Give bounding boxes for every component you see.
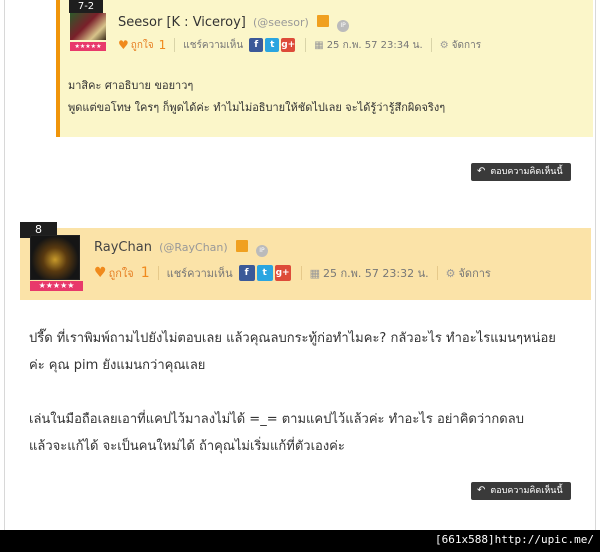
author-handle: (@seesor): [252, 16, 309, 29]
calendar-icon: ▦: [309, 266, 320, 280]
reply-arrow-icon: ↶: [477, 166, 486, 177]
ip-icon: IP: [255, 245, 268, 257]
share-label: แชร์ความเห็น: [166, 267, 233, 280]
manage-button[interactable]: จัดการ: [458, 264, 490, 282]
manage-button[interactable]: จัดการ: [452, 38, 481, 53]
avatar[interactable]: [70, 13, 106, 40]
reply-to-comment-button[interactable]: ↶ ตอบความคิดเห็นนี้: [471, 163, 571, 181]
divider: [436, 266, 438, 280]
twitter-icon[interactable]: t: [256, 265, 273, 281]
blog-icon[interactable]: [316, 15, 329, 27]
image-host-footer: [661x588]http://upic.me/: [0, 530, 600, 552]
author-name[interactable]: RayChan: [94, 240, 152, 255]
divider: [157, 266, 159, 280]
gear-icon[interactable]: ⚙: [440, 40, 449, 51]
paragraph: ปรี๊ด ที่เราพิมพ์ถามไปยังไม่ตอบเลย แล้วค…: [29, 325, 556, 379]
comment-actions: ♥ ถูกใจ 1 แชร์ความเห็น f t g+ ▦ 25 ก.พ. …: [118, 36, 481, 54]
text-line: ค่ะ คุณ pim ยังแมนกว่าคุณเลย: [29, 358, 206, 373]
ip-icon: IP: [337, 20, 350, 32]
facebook-icon[interactable]: f: [238, 265, 255, 281]
comment-date: 25 ก.พ. 57 23:32 น.: [323, 267, 429, 280]
author-handle: (@RayChan): [159, 241, 228, 254]
like-count: 1: [140, 265, 150, 281]
comment-date: 25 ก.พ. 57 23:34 น.: [326, 39, 423, 51]
comment-text: มาสิคะ ศาอธิบาย ขอยาวๆ พูดแต่ขอโทษ ใครๆ …: [68, 75, 445, 119]
reply-to-comment-button[interactable]: ↶ ตอบความคิดเห็นนี้: [471, 482, 571, 500]
author-line: RayChan (@RayChan) IP: [94, 240, 268, 257]
rank-stars: ★★★★★: [30, 281, 83, 291]
paragraph: เล่นในมือถือเลยเอาที่แคปไว้มาลงไม่ได้ =_…: [29, 406, 556, 460]
reply-arrow-icon: ↶: [477, 485, 486, 496]
reply-button-label: ตอบความคิดเห็นนี้: [490, 167, 563, 177]
divider: [174, 38, 176, 52]
footer-text: [661x588]http://upic.me/: [435, 533, 594, 546]
blog-icon[interactable]: [235, 240, 248, 252]
rank-stars: ★★★★★: [70, 42, 106, 51]
like-count: 1: [158, 38, 167, 52]
text-line: แล้วจะแก้ได้ จะเป็นคนใหม่ได้ ถ้าคุณไม่เร…: [29, 439, 345, 454]
comment-reply-7-2: 7-2 ★★★★★ Seesor [K : Viceroy] (@seesor)…: [56, 0, 593, 137]
like-button[interactable]: ถูกใจ: [109, 264, 134, 282]
text-line: มาสิคะ ศาอธิบาย ขอยาวๆ: [68, 79, 194, 92]
like-button[interactable]: ถูกใจ: [131, 38, 154, 53]
divider: [430, 38, 432, 52]
google-plus-icon[interactable]: g+: [281, 38, 296, 52]
heart-icon[interactable]: ♥: [118, 38, 129, 52]
text-line: พูดแต่ขอโทษ ใครๆ ก็พูดได้ค่ะ ทำไมไม่อธิบ…: [68, 101, 446, 114]
text-line: ปรี๊ด ที่เราพิมพ์ถามไปยังไม่ตอบเลย แล้วค…: [29, 331, 556, 346]
comment-actions: ♥ ถูกใจ 1 แชร์ความเห็น f t g+ ▦ 25 ก.พ. …: [94, 264, 491, 282]
divider: [305, 38, 307, 52]
avatar[interactable]: [30, 235, 80, 280]
facebook-icon[interactable]: f: [249, 38, 264, 52]
text-line: เล่นในมือถือเลยเอาที่แคปไว้มาลงไม่ได้ =_…: [29, 412, 524, 427]
google-plus-icon[interactable]: g+: [274, 265, 291, 281]
divider: [300, 266, 302, 280]
reply-number: 7-2: [69, 0, 103, 13]
author-line: Seesor [K : Viceroy] (@seesor) IP: [118, 15, 350, 32]
twitter-icon[interactable]: t: [265, 38, 280, 52]
author-name[interactable]: Seesor [K : Viceroy]: [118, 15, 246, 30]
reply-button-label: ตอบความคิดเห็นนี้: [490, 486, 563, 496]
heart-icon[interactable]: ♥: [94, 265, 107, 281]
comment-body: ปรี๊ด ที่เราพิมพ์ถามไปยังไม่ตอบเลย แล้วค…: [29, 325, 556, 487]
gear-icon[interactable]: ⚙: [446, 267, 456, 280]
page-frame: 7-2 ★★★★★ Seesor [K : Viceroy] (@seesor)…: [4, 0, 596, 530]
calendar-icon: ▦: [314, 39, 324, 51]
share-label: แชร์ความเห็น: [183, 39, 244, 51]
comment-header-8: 8 ★★★★★ RayChan (@RayChan) IP ♥ ถูกใจ 1 …: [20, 222, 591, 300]
